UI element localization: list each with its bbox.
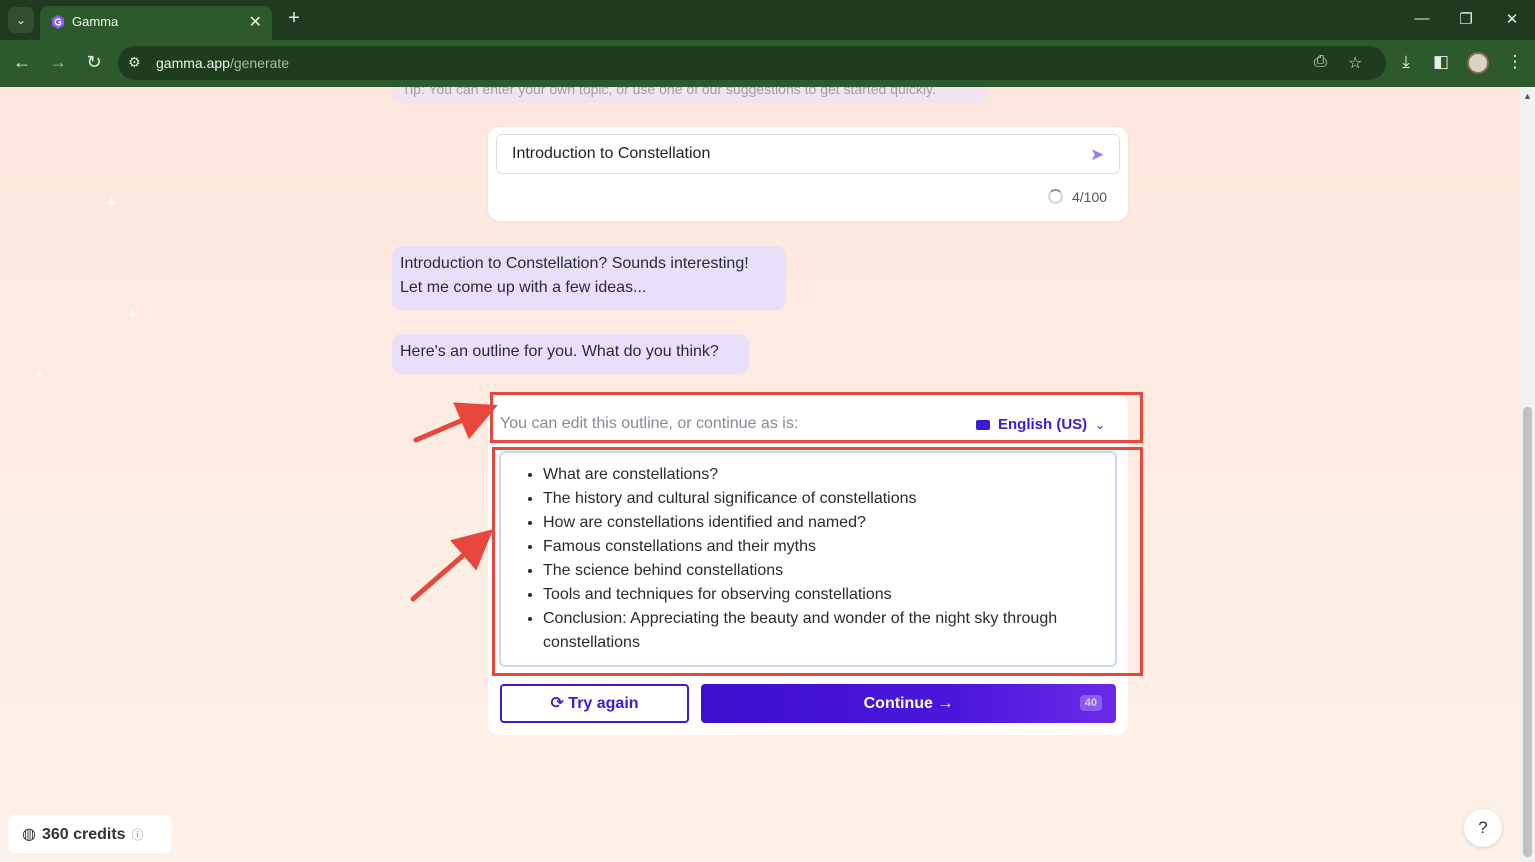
help-button[interactable]: ? bbox=[1464, 809, 1502, 847]
close-window-button[interactable]: ✕ bbox=[1502, 10, 1522, 28]
outline-item[interactable]: How are constellations identified and na… bbox=[543, 511, 1105, 535]
credits-label: 360 credits bbox=[41, 826, 126, 843]
character-counter: 4/100 bbox=[1072, 189, 1108, 205]
outline-item[interactable]: Tools and techniques for observing const… bbox=[543, 583, 1105, 607]
language-icon bbox=[976, 420, 990, 431]
tab-close-icon[interactable]: ✕ bbox=[249, 12, 262, 32]
site-settings-icon[interactable]: ⚙ bbox=[128, 54, 141, 71]
page-content: ✦ ✦ ✦ Tip: You can enter your own topic,… bbox=[0, 87, 1520, 862]
info-icon[interactable]: ⓘ bbox=[132, 828, 144, 842]
outline-item[interactable]: What are constellations? bbox=[543, 463, 1105, 487]
credits-icon: ◍ bbox=[22, 826, 36, 843]
try-again-label: Try again bbox=[568, 695, 639, 712]
credit-cost-badge: 40 bbox=[1079, 695, 1102, 711]
side-panel-icon[interactable]: ◧ bbox=[1430, 52, 1452, 72]
topic-input[interactable] bbox=[496, 134, 1120, 174]
profile-avatar[interactable] bbox=[1467, 52, 1489, 74]
continue-button[interactable]: Continue → 40 bbox=[701, 684, 1116, 723]
chat-bubble: Here's an outline for you. What do you t… bbox=[392, 334, 749, 374]
send-icon[interactable]: ➤ bbox=[1090, 145, 1104, 165]
language-selector[interactable]: English (US) ⌄ bbox=[976, 416, 1105, 433]
chat-bubble: Introduction to Constellation? Sounds in… bbox=[392, 246, 786, 310]
outline-item[interactable]: Famous constellations and their myths bbox=[543, 535, 1105, 559]
outline-item[interactable]: The science behind constellations bbox=[543, 559, 1105, 583]
refresh-icon: ⟳ bbox=[550, 695, 564, 712]
chat-bubble-line: Introduction to Constellation? Sounds in… bbox=[400, 255, 749, 272]
outline-item[interactable]: The history and cultural significance of… bbox=[543, 487, 1105, 511]
browser-tab[interactable]: Gamma ✕ bbox=[40, 6, 272, 40]
outline-list: What are constellations? The history and… bbox=[543, 463, 1105, 655]
browser-menu-icon[interactable]: ⋮ bbox=[1504, 52, 1526, 72]
try-again-button[interactable]: ⟳ Try again bbox=[500, 684, 689, 723]
page-scrollbar[interactable]: ▲ bbox=[1520, 87, 1535, 862]
browser-toolbar: ← → ↻ ⚙ gamma.app/generate ⎙ ☆ ⤓ ◧ ⋮ bbox=[0, 40, 1535, 87]
gamma-logo-icon bbox=[52, 15, 64, 29]
reload-icon[interactable]: ↻ bbox=[83, 52, 105, 73]
bookmark-star-icon[interactable]: ☆ bbox=[1348, 53, 1362, 73]
address-bar[interactable]: ⚙ gamma.app/generate ⎙ ☆ bbox=[118, 46, 1386, 80]
chat-bubble-line: Let me come up with a few ideas... bbox=[400, 279, 647, 296]
scroll-up-icon[interactable]: ▲ bbox=[1523, 91, 1532, 101]
continue-label: Continue bbox=[863, 695, 933, 712]
language-label: English (US) bbox=[998, 416, 1088, 433]
scrollbar-thumb[interactable] bbox=[1523, 407, 1532, 857]
arrow-icon bbox=[413, 402, 498, 443]
progress-ring-icon bbox=[1048, 189, 1063, 204]
sparkle-icon: ✦ bbox=[34, 367, 45, 381]
arrow-right-icon: → bbox=[937, 695, 954, 712]
tab-title: Gamma bbox=[72, 14, 119, 29]
install-app-icon[interactable]: ⎙ bbox=[1314, 53, 1327, 71]
new-tab-button[interactable]: + bbox=[284, 7, 304, 30]
annotation-arrows bbox=[410, 402, 498, 602]
outline-editor[interactable]: What are constellations? The history and… bbox=[499, 451, 1117, 667]
minimize-button[interactable]: — bbox=[1412, 10, 1432, 27]
outline-header: You can edit this outline, or continue a… bbox=[500, 415, 799, 432]
sparkle-icon: ✦ bbox=[126, 307, 140, 324]
url-text: gamma.app/generate bbox=[156, 55, 290, 71]
forward-icon[interactable]: → bbox=[47, 52, 69, 73]
credits-badge[interactable]: ◍ 360 credits ⓘ bbox=[8, 815, 171, 853]
topic-card: ➤ 4/100 bbox=[488, 127, 1128, 221]
sparkle-icon: ✦ bbox=[104, 193, 120, 213]
outline-item[interactable]: Conclusion: Appreciating the beauty and … bbox=[543, 607, 1105, 655]
chevron-down-icon: ⌄ bbox=[1095, 418, 1106, 432]
back-icon[interactable]: ← bbox=[11, 52, 33, 73]
tab-search-button[interactable]: ⌄ bbox=[8, 7, 34, 33]
arrow-icon bbox=[410, 529, 494, 602]
browser-tab-bar: ⌄ Gamma ✕ + — ❐ ✕ bbox=[0, 0, 1535, 40]
download-icon[interactable]: ⤓ bbox=[1395, 52, 1417, 72]
restore-button[interactable]: ❐ bbox=[1456, 10, 1476, 28]
chat-bubble-line: Here's an outline for you. What do you t… bbox=[400, 343, 719, 360]
tip-banner: Tip: You can enter your own topic, or us… bbox=[392, 87, 988, 103]
